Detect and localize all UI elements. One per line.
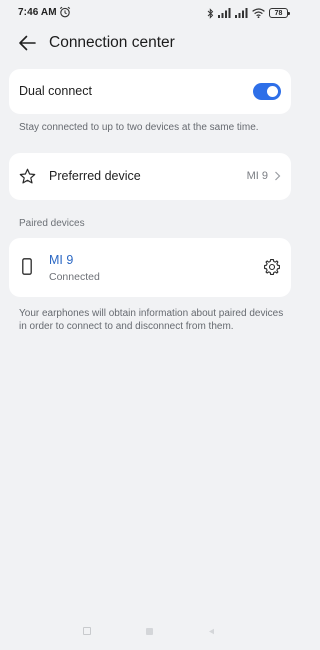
star-icon — [19, 168, 36, 184]
back-button[interactable] — [14, 31, 40, 55]
recents-button[interactable] — [83, 627, 91, 635]
gear-icon[interactable] — [263, 258, 281, 276]
dual-connect-toggle[interactable] — [253, 83, 281, 100]
dual-connect-row[interactable]: Dual connect — [9, 69, 291, 114]
title-bar: Connection center — [0, 26, 300, 60]
home-button[interactable] — [146, 628, 153, 635]
dual-connect-label: Dual connect — [19, 84, 92, 98]
preferred-device-row[interactable]: Preferred device MI 9 — [9, 153, 291, 200]
device-status: Connected — [49, 271, 100, 283]
battery-icon: 78 — [269, 8, 290, 18]
signal-icon — [218, 8, 231, 18]
navigation-bar — [0, 614, 300, 650]
status-bar: 7:46 AM 78 — [0, 0, 300, 26]
paired-devices-header: Paired devices — [19, 218, 85, 229]
dual-connect-description: Stay connected to up to two devices at t… — [19, 122, 259, 133]
preferred-device-label: Preferred device — [49, 169, 141, 183]
arrow-left-icon — [19, 35, 36, 51]
device-name: MI 9 — [49, 253, 74, 267]
wifi-icon — [252, 8, 265, 18]
bluetooth-icon — [207, 7, 214, 19]
status-icons: 78 — [207, 7, 290, 19]
paired-devices-description: Your earphones will obtain information a… — [19, 308, 284, 332]
chevron-right-icon — [275, 171, 281, 181]
battery-level: 78 — [274, 9, 283, 17]
signal-icon — [235, 8, 248, 18]
status-time: 7:46 AM — [18, 7, 57, 18]
page-title: Connection center — [49, 34, 175, 51]
paired-device-item[interactable]: MI 9 Connected — [9, 238, 291, 297]
alarm-icon — [59, 6, 71, 18]
phone-icon — [22, 258, 32, 275]
nav-back-button[interactable] — [208, 628, 215, 635]
preferred-device-value: MI 9 — [246, 170, 268, 182]
toggle-knob — [267, 86, 278, 97]
